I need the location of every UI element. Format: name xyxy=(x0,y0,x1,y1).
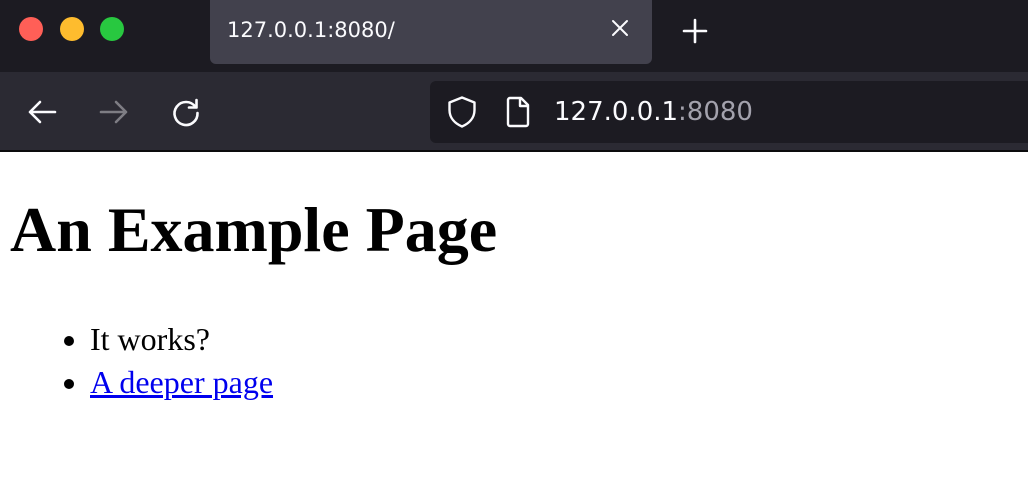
close-window-button[interactable] xyxy=(19,17,43,41)
page-heading: An Example Page xyxy=(10,194,498,265)
url-port: :8080 xyxy=(678,97,753,127)
tab-close-icon[interactable] xyxy=(608,16,632,40)
page-content: An Example Page It works? A deeper page xyxy=(0,154,1028,496)
tab-bar: 127.0.0.1:8080/ xyxy=(0,0,1028,72)
url-host: 127.0.0.1 xyxy=(554,97,679,127)
reload-icon[interactable] xyxy=(170,96,202,128)
list-item: It works? xyxy=(90,318,273,361)
shield-icon[interactable] xyxy=(446,95,478,129)
content-list: It works? A deeper page xyxy=(90,318,273,404)
url-text[interactable]: 127.0.0.1:8080 xyxy=(554,97,753,127)
list-item: A deeper page xyxy=(90,361,273,404)
new-tab-icon[interactable] xyxy=(680,16,710,46)
forward-arrow-icon[interactable] xyxy=(98,96,130,128)
active-tab[interactable]: 127.0.0.1:8080/ xyxy=(210,0,652,64)
address-bar[interactable]: 127.0.0.1:8080 xyxy=(430,81,1028,143)
zoom-window-button[interactable] xyxy=(100,17,124,41)
back-arrow-icon[interactable] xyxy=(26,96,58,128)
list-item-text: It works? xyxy=(90,321,210,357)
deeper-page-link[interactable]: A deeper page xyxy=(90,364,273,400)
minimize-window-button[interactable] xyxy=(60,17,84,41)
navigation-toolbar: 127.0.0.1:8080 xyxy=(0,72,1028,152)
page-icon xyxy=(504,96,532,128)
tab-title: 127.0.0.1:8080/ xyxy=(227,18,395,42)
